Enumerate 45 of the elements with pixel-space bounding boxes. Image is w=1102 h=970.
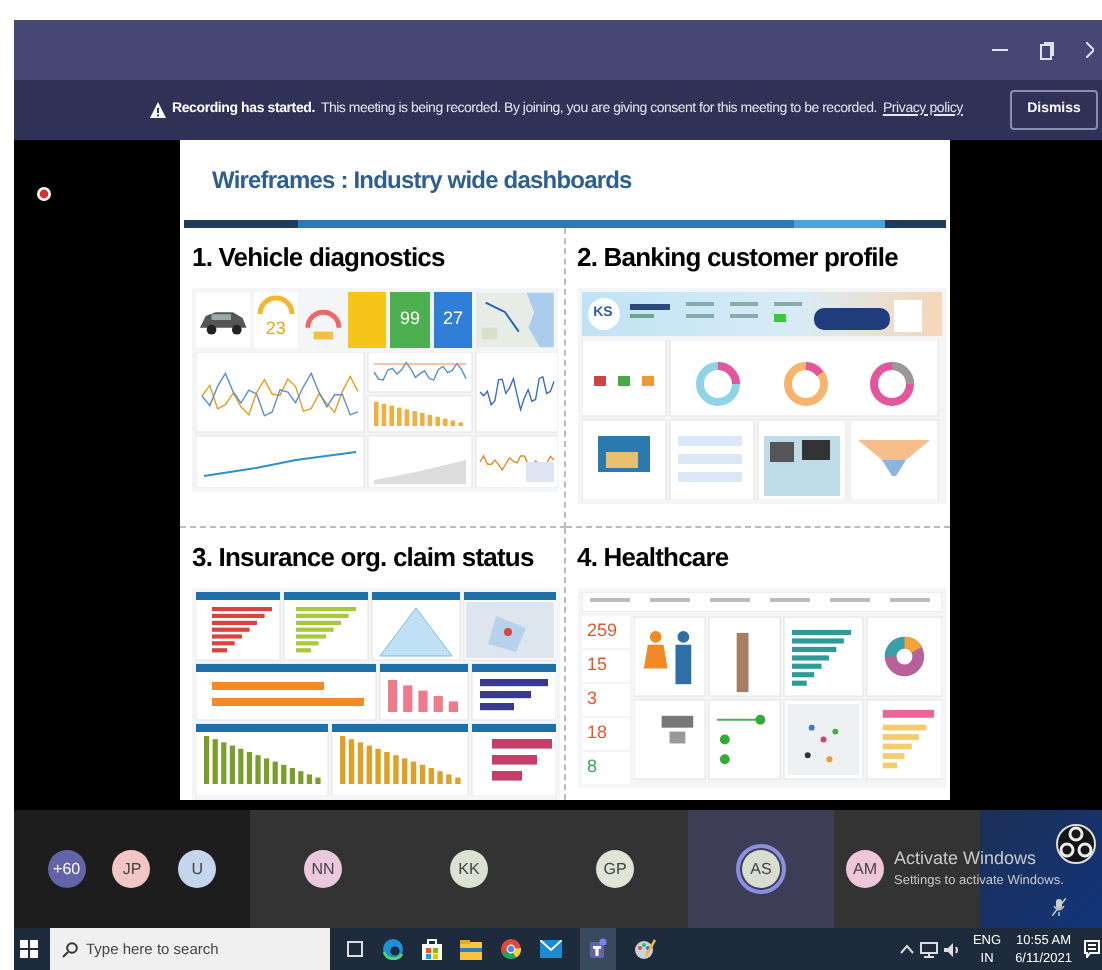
kpi-value: 8 [581, 752, 629, 784]
task-view-icon[interactable] [346, 940, 364, 958]
kpi-card: 99 [390, 292, 430, 348]
warning-icon [150, 102, 166, 118]
search-icon [62, 941, 78, 957]
edge-icon[interactable] [382, 938, 404, 960]
mic-off-icon[interactable] [1052, 898, 1066, 916]
panel-heading: 2. Banking customer profile [577, 240, 898, 277]
windows-start-icon[interactable] [20, 940, 38, 958]
store-icon[interactable] [422, 938, 442, 960]
gauge-icon [255, 292, 296, 316]
obs-logo-icon[interactable] [1056, 824, 1096, 864]
chrome-icon[interactable] [500, 938, 522, 960]
speaker-icon[interactable] [944, 941, 961, 957]
participant-avatar[interactable]: U [178, 850, 217, 888]
kpi-card [347, 292, 387, 348]
kpi-value: 15 [581, 650, 629, 682]
slide-title: Wireframes : Industry wide dashboards [212, 164, 632, 198]
kpi-card: 27 [433, 292, 473, 348]
notification-icon[interactable] [1084, 940, 1100, 958]
panel-heading: 4. Healthcare [577, 540, 729, 577]
activation-title: Activate Windows [894, 848, 1037, 870]
mail-icon[interactable] [540, 940, 562, 958]
network-icon[interactable] [920, 941, 939, 957]
participant-avatar[interactable]: AS [742, 850, 780, 888]
paint-icon[interactable] [634, 938, 656, 960]
participant-avatar[interactable]: +60 [47, 850, 86, 888]
minimize-icon[interactable] [992, 48, 1008, 52]
panel-heading: 3. Insurance org. claim status [192, 540, 534, 577]
participant-avatar[interactable]: GP [596, 850, 634, 888]
gauge-value: 23 [265, 316, 286, 340]
kpi-value: 259 [581, 616, 629, 648]
panel-heading: 1. Vehicle diagnostics [192, 240, 445, 277]
restore-icon[interactable] [1040, 41, 1054, 59]
participant-avatar[interactable]: NN [304, 850, 342, 888]
close-icon[interactable] [1086, 42, 1094, 58]
teams-icon[interactable] [580, 928, 616, 970]
chevron-up-icon[interactable] [900, 944, 915, 954]
folder-icon[interactable] [460, 939, 482, 959]
participant-avatar[interactable]: AM [846, 850, 884, 888]
kpi-value: 18 [581, 718, 629, 750]
recording-dot-icon [36, 186, 52, 202]
kpi-value: 3 [581, 684, 629, 716]
participant-avatar[interactable]: KK [450, 850, 488, 888]
participant-avatar[interactable]: JP [112, 850, 151, 888]
